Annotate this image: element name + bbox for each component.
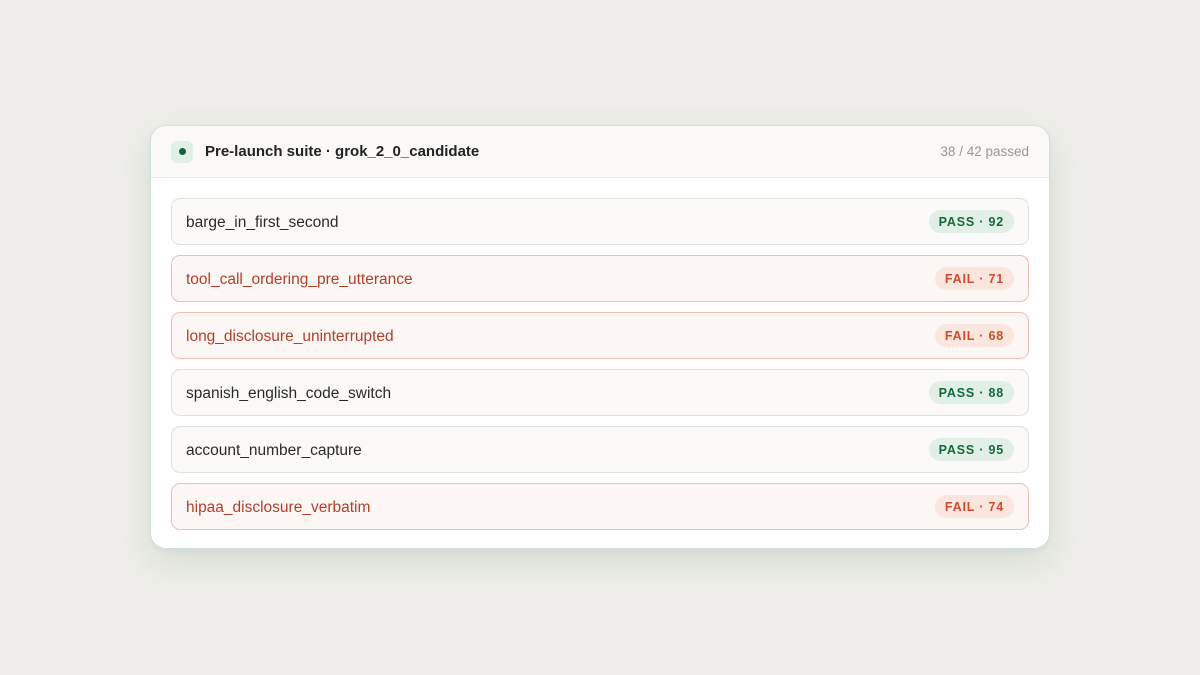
- status-indicator: [171, 140, 193, 163]
- test-name: tool_call_ordering_pre_utterance: [186, 271, 413, 288]
- test-name: long_disclosure_uninterrupted: [186, 328, 394, 345]
- status-badge: PASS · 92: [928, 210, 1014, 233]
- test-row[interactable]: spanish_english_code_switch PASS · 88: [171, 369, 1029, 416]
- test-name: account_number_capture: [186, 442, 362, 459]
- suite-title: Pre-launch suite · grok_2_0_candidate: [205, 143, 480, 160]
- test-name: hipaa_disclosure_verbatim: [186, 499, 371, 516]
- test-row[interactable]: barge_in_first_second PASS · 92: [171, 198, 1029, 245]
- test-row[interactable]: hipaa_disclosure_verbatim FAIL · 74: [171, 483, 1029, 530]
- test-row[interactable]: account_number_capture PASS · 95: [171, 426, 1029, 473]
- suite-header: Pre-launch suite · grok_2_0_candidate 38…: [151, 126, 1049, 178]
- test-suite-card: Pre-launch suite · grok_2_0_candidate 38…: [150, 125, 1050, 549]
- status-badge: FAIL · 74: [934, 495, 1014, 518]
- status-dot-icon: [178, 148, 186, 155]
- test-row[interactable]: long_disclosure_uninterrupted FAIL · 68: [171, 312, 1029, 359]
- test-list: barge_in_first_second PASS · 92 tool_cal…: [151, 178, 1049, 530]
- pass-count: 38 / 42 passed: [940, 144, 1029, 159]
- test-row[interactable]: tool_call_ordering_pre_utterance FAIL · …: [171, 255, 1029, 302]
- status-badge: FAIL · 71: [934, 267, 1014, 290]
- test-name: spanish_english_code_switch: [186, 385, 392, 402]
- status-badge: PASS · 88: [928, 381, 1014, 404]
- test-name: barge_in_first_second: [186, 214, 339, 231]
- status-badge: PASS · 95: [928, 438, 1014, 461]
- status-badge: FAIL · 68: [934, 324, 1014, 347]
